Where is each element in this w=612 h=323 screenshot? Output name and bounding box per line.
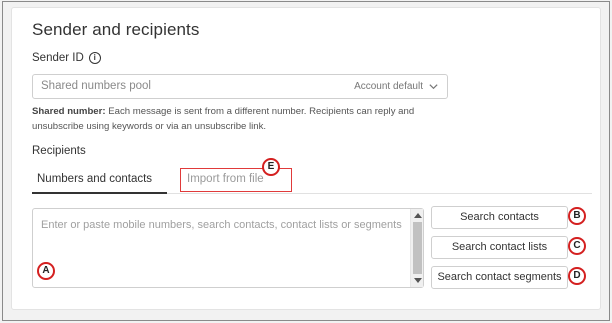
select-right: Account default bbox=[354, 81, 439, 92]
section-title: Sender and recipients bbox=[32, 20, 200, 39]
scroll-up-arrow-icon[interactable] bbox=[414, 213, 422, 218]
sender-id-label-group: Sender ID i bbox=[32, 52, 101, 64]
marker-d: D bbox=[568, 267, 586, 285]
account-default-hint: Account default bbox=[354, 81, 423, 92]
sender-id-value: Shared numbers pool bbox=[41, 80, 151, 92]
info-icon[interactable]: i bbox=[88, 52, 101, 64]
search-contacts-button[interactable]: Search contacts bbox=[431, 206, 568, 229]
scroll-thumb[interactable] bbox=[413, 222, 422, 274]
help-bold: Shared number: bbox=[32, 106, 106, 117]
scroll-down-arrow-icon[interactable] bbox=[414, 278, 422, 283]
search-contact-lists-button[interactable]: Search contact lists bbox=[431, 236, 568, 259]
sender-recipients-card: Sender and recipients Sender ID i Shared… bbox=[11, 7, 601, 310]
marker-a: A bbox=[37, 262, 55, 280]
textarea-scrollbar[interactable] bbox=[410, 209, 423, 287]
recipients-tabs: Numbers and contacts Import from file bbox=[32, 168, 592, 194]
textarea-placeholder: Enter or paste mobile numbers, search co… bbox=[41, 219, 402, 231]
marker-e: E bbox=[262, 158, 280, 176]
chevron-down-icon bbox=[429, 84, 438, 90]
tab-numbers-and-contacts[interactable]: Numbers and contacts bbox=[32, 171, 167, 194]
marker-b: B bbox=[568, 207, 586, 225]
sender-id-select[interactable]: Shared numbers pool Account default bbox=[32, 74, 448, 99]
sender-id-label: Sender ID bbox=[32, 52, 84, 64]
recipients-textarea[interactable]: Enter or paste mobile numbers, search co… bbox=[32, 208, 424, 288]
recipients-label: Recipients bbox=[32, 145, 86, 157]
sender-help-text: Shared number: Each message is sent from… bbox=[32, 104, 452, 134]
marker-c: C bbox=[568, 237, 586, 255]
search-contact-segments-button[interactable]: Search contact segments bbox=[431, 266, 568, 289]
